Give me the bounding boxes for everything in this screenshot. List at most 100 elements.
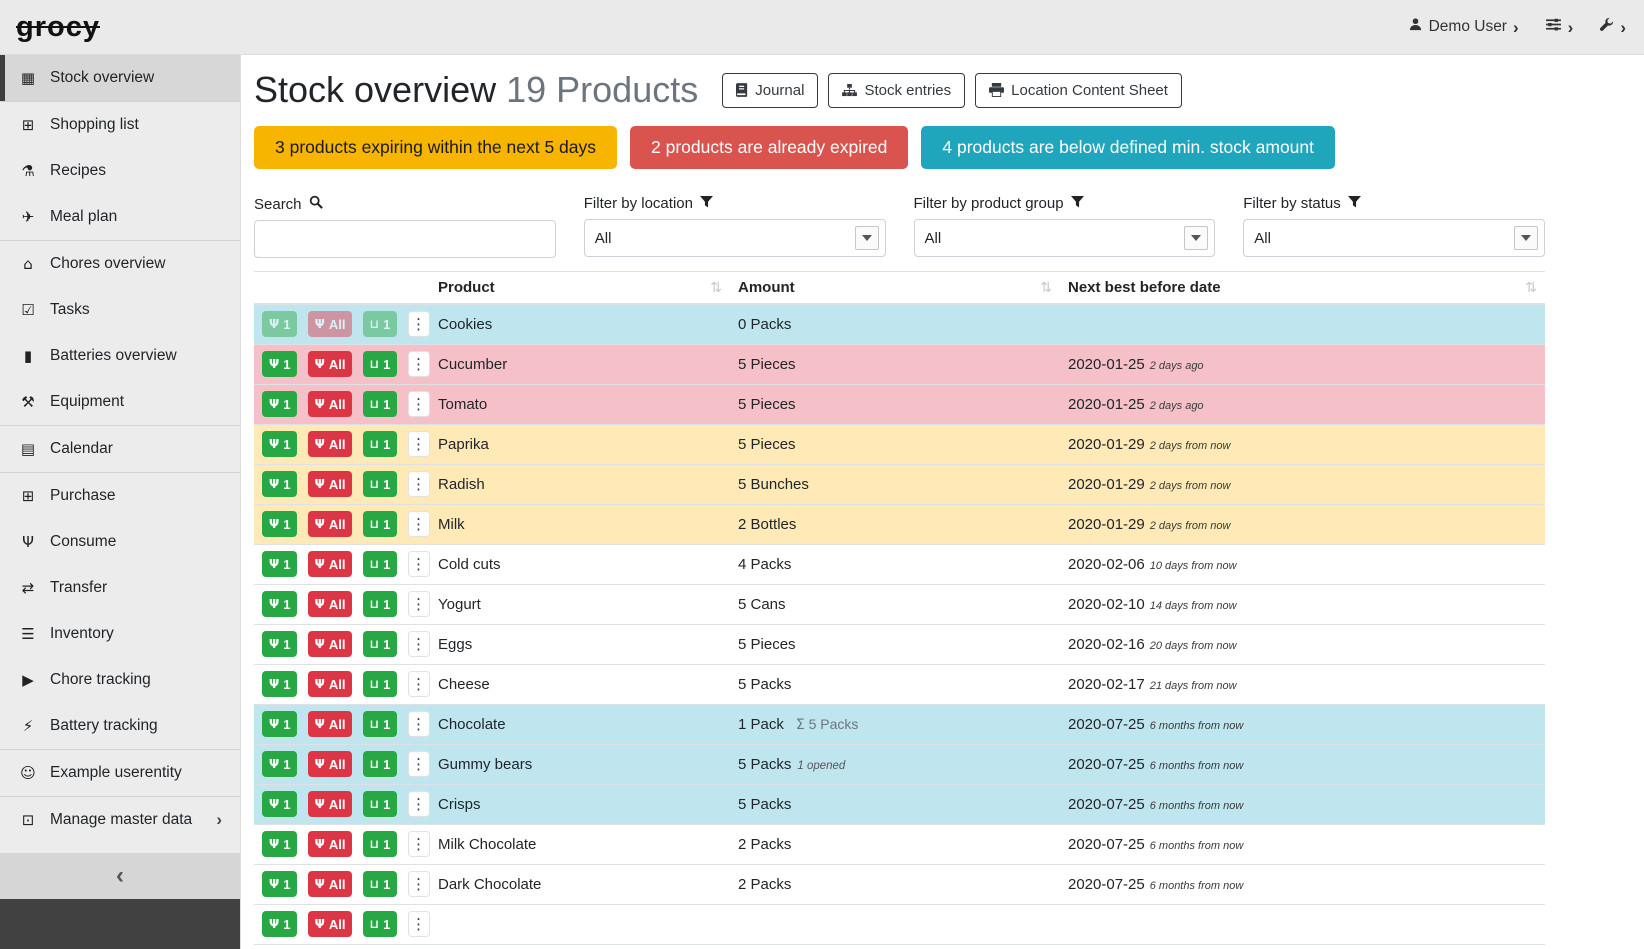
table-row[interactable]: Ψ1 ΨAll ⊔1 ⋮ Cookies 0 Packs <box>254 304 1545 344</box>
table-row[interactable]: Ψ1 ΨAll ⊔1 ⋮ Gummy bears 5 Packs1 opened… <box>254 744 1545 784</box>
sidebar-item-manage-master-data[interactable]: ⊡ Manage master data › <box>0 797 240 843</box>
consume-all-button[interactable]: ΨAll <box>308 791 353 817</box>
table-row[interactable]: Ψ1 ΨAll ⊔1 ⋮ Milk 2 Bottles 2020-01-292 … <box>254 504 1545 544</box>
consume-all-button[interactable]: ΨAll <box>308 511 353 537</box>
row-menu-button[interactable]: ⋮ <box>408 351 430 377</box>
consume-all-button[interactable]: ΨAll <box>308 431 353 457</box>
open-one-button[interactable]: ⊔1 <box>363 871 398 897</box>
open-one-button[interactable]: ⊔1 <box>363 551 398 577</box>
open-one-button[interactable]: ⊔1 <box>363 751 398 777</box>
consume-one-button[interactable]: Ψ1 <box>262 311 297 337</box>
location-filter-select[interactable]: All <box>584 219 886 257</box>
user-menu[interactable]: Demo User › <box>1408 17 1519 37</box>
consume-one-button[interactable]: Ψ1 <box>262 591 297 617</box>
row-menu-button[interactable]: ⋮ <box>408 711 430 737</box>
app-logo[interactable]: grocy <box>16 11 100 44</box>
location-content-sheet-button[interactable]: Location Content Sheet <box>975 73 1182 108</box>
open-one-button[interactable]: ⊔1 <box>363 351 398 377</box>
consume-all-button[interactable]: ΨAll <box>308 831 353 857</box>
stock-entries-button[interactable]: Stock entries <box>828 73 965 108</box>
product-group-filter-select[interactable]: All <box>914 219 1216 257</box>
sidebar-item-example-userentity[interactable]: ☺ Example userentity <box>0 750 240 796</box>
consume-one-button[interactable]: Ψ1 <box>262 871 297 897</box>
consume-one-button[interactable]: Ψ1 <box>262 391 297 417</box>
consume-one-button[interactable]: Ψ1 <box>262 791 297 817</box>
open-one-button[interactable]: ⊔1 <box>363 471 398 497</box>
row-menu-button[interactable]: ⋮ <box>408 671 430 697</box>
row-menu-button[interactable]: ⋮ <box>408 911 430 937</box>
table-row[interactable]: Ψ1 ΨAll ⊔1 ⋮ Cold cuts 4 Packs 2020-02-0… <box>254 544 1545 584</box>
consume-one-button[interactable]: Ψ1 <box>262 351 297 377</box>
consume-one-button[interactable]: Ψ1 <box>262 471 297 497</box>
consume-all-button[interactable]: ΨAll <box>308 591 353 617</box>
expired-banner[interactable]: 2 products are already expired <box>630 126 908 169</box>
consume-all-button[interactable]: ΨAll <box>308 911 353 937</box>
sidebar-item-tasks[interactable]: ☑ Tasks <box>0 287 240 333</box>
sidebar-item-stock-overview[interactable]: ▦ Stock overview <box>0 55 240 101</box>
sidebar-item-shopping-list[interactable]: ⊞ Shopping list <box>0 102 240 148</box>
open-one-button[interactable]: ⊔1 <box>363 791 398 817</box>
open-one-button[interactable]: ⊔1 <box>363 311 398 337</box>
table-row[interactable]: Ψ1 ΨAll ⊔1 ⋮ Tomato 5 Pieces 2020-01-252… <box>254 384 1545 424</box>
row-menu-button[interactable]: ⋮ <box>408 631 430 657</box>
open-one-button[interactable]: ⊔1 <box>363 511 398 537</box>
table-row[interactable]: Ψ1 ΨAll ⊔1 ⋮ Radish 5 Bunches 2020-01-29… <box>254 464 1545 504</box>
column-header-amount[interactable]: Amount ⇅ <box>730 272 1060 305</box>
consume-one-button[interactable]: Ψ1 <box>262 511 297 537</box>
open-one-button[interactable]: ⊔1 <box>363 711 398 737</box>
consume-one-button[interactable]: Ψ1 <box>262 431 297 457</box>
table-row[interactable]: Ψ1 ΨAll ⊔1 ⋮ Milk Chocolate 2 Packs 2020… <box>254 824 1545 864</box>
row-menu-button[interactable]: ⋮ <box>408 391 430 417</box>
table-row[interactable]: Ψ1 ΨAll ⊔1 ⋮ Chocolate 1 PackΣ 5 Packs 2… <box>254 704 1545 744</box>
search-input[interactable] <box>254 220 556 258</box>
open-one-button[interactable]: ⊔1 <box>363 391 398 417</box>
sidebar-item-meal-plan[interactable]: ✈ Meal plan <box>0 194 240 240</box>
journal-button[interactable]: Journal <box>722 73 818 108</box>
column-header-product[interactable]: Product ⇅ <box>430 272 730 305</box>
row-menu-button[interactable]: ⋮ <box>408 431 430 457</box>
table-row[interactable]: Ψ1 ΨAll ⊔1 ⋮ Cucumber 5 Pieces 2020-01-2… <box>254 344 1545 384</box>
consume-all-button[interactable]: ΨAll <box>308 711 353 737</box>
sidebar-item-transfer[interactable]: ⇄ Transfer <box>0 565 240 611</box>
consume-all-button[interactable]: ΨAll <box>308 671 353 697</box>
column-header-best-before[interactable]: Next best before date ⇅ <box>1060 272 1545 305</box>
table-row[interactable]: Ψ1 ΨAll ⊔1 ⋮ Crisps 5 Packs 2020-07-256 … <box>254 784 1545 824</box>
admin-menu[interactable]: › <box>1599 17 1626 37</box>
sidebar-item-equipment[interactable]: ⚒ Equipment <box>0 379 240 425</box>
open-one-button[interactable]: ⊔1 <box>363 911 398 937</box>
table-row[interactable]: Ψ1 ΨAll ⊔1 ⋮ Eggs 5 Pieces 2020-02-1620 … <box>254 624 1545 664</box>
consume-all-button[interactable]: ΨAll <box>308 551 353 577</box>
consume-one-button[interactable]: Ψ1 <box>262 911 297 937</box>
open-one-button[interactable]: ⊔1 <box>363 631 398 657</box>
settings-menu[interactable]: › <box>1545 16 1574 38</box>
open-one-button[interactable]: ⊔1 <box>363 431 398 457</box>
table-row[interactable]: Ψ1 ΨAll ⊔1 ⋮ Yogurt 5 Cans 2020-02-1014 … <box>254 584 1545 624</box>
consume-all-button[interactable]: ΨAll <box>308 751 353 777</box>
status-filter-select[interactable]: All <box>1243 219 1545 257</box>
sidebar-collapse-button[interactable]: ‹ <box>0 853 240 899</box>
row-menu-button[interactable]: ⋮ <box>408 311 430 337</box>
consume-one-button[interactable]: Ψ1 <box>262 831 297 857</box>
row-menu-button[interactable]: ⋮ <box>408 551 430 577</box>
row-menu-button[interactable]: ⋮ <box>408 751 430 777</box>
table-row[interactable]: Ψ1 ΨAll ⊔1 ⋮ Cheese 5 Packs 2020-02-1721… <box>254 664 1545 704</box>
consume-all-button[interactable]: ΨAll <box>308 871 353 897</box>
consume-one-button[interactable]: Ψ1 <box>262 671 297 697</box>
row-menu-button[interactable]: ⋮ <box>408 591 430 617</box>
table-row[interactable]: Ψ1 ΨAll ⊔1 ⋮ Paprika 5 Pieces 2020-01-29… <box>254 424 1545 464</box>
sidebar-item-consume[interactable]: Ψ Consume <box>0 519 240 565</box>
open-one-button[interactable]: ⊔1 <box>363 831 398 857</box>
row-menu-button[interactable]: ⋮ <box>408 871 430 897</box>
table-row[interactable]: Ψ1 ΨAll ⊔1 ⋮ <box>254 904 1545 944</box>
consume-one-button[interactable]: Ψ1 <box>262 751 297 777</box>
consume-all-button[interactable]: ΨAll <box>308 391 353 417</box>
table-row[interactable]: Ψ1 ΨAll ⊔1 ⋮ Dark Chocolate 2 Packs 2020… <box>254 864 1545 904</box>
consume-all-button[interactable]: ΨAll <box>308 351 353 377</box>
sidebar-item-chore-tracking[interactable]: ▶ Chore tracking <box>0 657 240 703</box>
sidebar-item-battery-tracking[interactable]: ⚡ Battery tracking <box>0 703 240 749</box>
consume-all-button[interactable]: ΨAll <box>308 471 353 497</box>
row-menu-button[interactable]: ⋮ <box>408 791 430 817</box>
expiring-banner[interactable]: 3 products expiring within the next 5 da… <box>254 126 617 169</box>
consume-one-button[interactable]: Ψ1 <box>262 551 297 577</box>
sidebar-item-inventory[interactable]: ☰ Inventory <box>0 611 240 657</box>
